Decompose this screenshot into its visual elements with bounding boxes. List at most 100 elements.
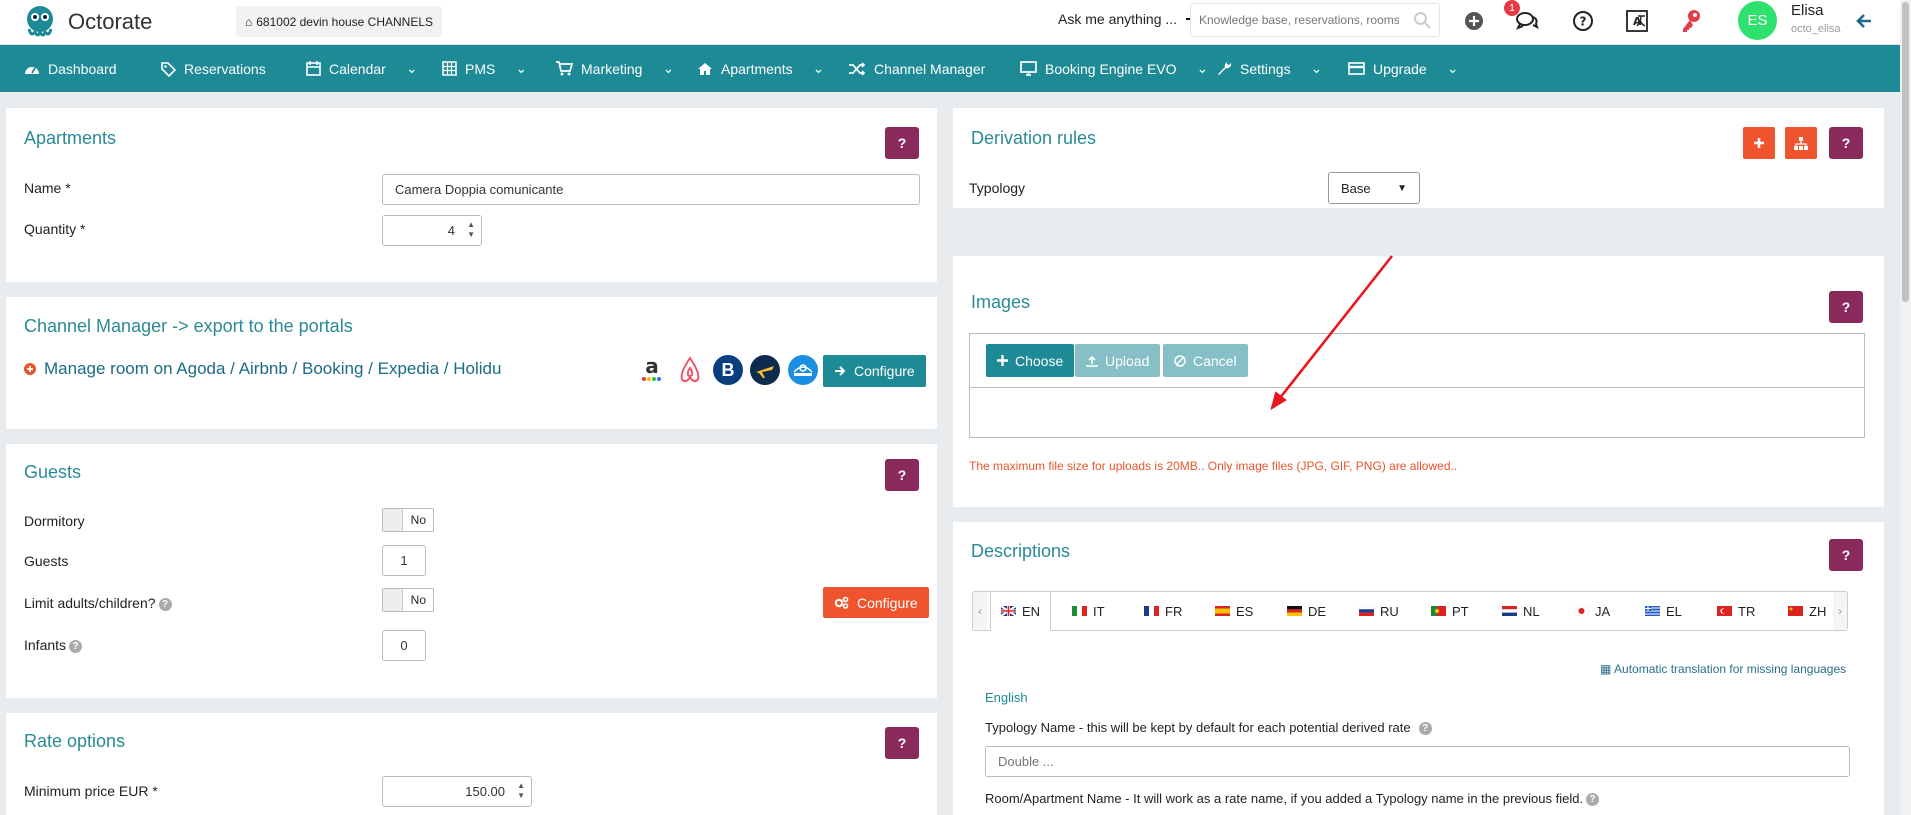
image-uploader[interactable]: Choose Upload Cancel: [969, 333, 1865, 438]
hierarchy-button[interactable]: [1785, 127, 1817, 159]
sitemap-icon: [1794, 136, 1808, 150]
limit-children-toggle[interactable]: No: [382, 588, 434, 612]
ask-me-anything[interactable]: Ask me anything ...: [1058, 11, 1197, 27]
guests-field[interactable]: 1: [382, 545, 426, 576]
search-input[interactable]: [1199, 13, 1399, 27]
configure-channels-button[interactable]: Configure: [823, 355, 926, 387]
tab-fr[interactable]: FR: [1134, 592, 1192, 630]
tab-es[interactable]: ES: [1205, 592, 1263, 630]
scrollbar-thumb[interactable]: [1902, 2, 1909, 302]
avatar[interactable]: ES: [1738, 1, 1777, 40]
wrench-icon: [1218, 61, 1232, 75]
name-label: Name *: [24, 180, 71, 196]
property-selector[interactable]: ⌂ 681002 devin house CHANNELS: [236, 6, 443, 37]
min-price-stepper[interactable]: 150.00 ▲ ▼: [382, 776, 532, 807]
plus-icon: [997, 355, 1008, 366]
chevron-left-icon[interactable]: ‹: [973, 592, 987, 630]
upload-button[interactable]: Upload: [1075, 344, 1161, 377]
home-icon: ⌂: [245, 14, 253, 29]
flag-uk-icon: [1001, 606, 1016, 616]
tab-zh[interactable]: ZH: [1778, 592, 1836, 630]
ask-label: Ask me anything ...: [1058, 11, 1178, 27]
nav-dashboard[interactable]: Dashboard: [24, 45, 117, 92]
annotation-arrow-icon: [1270, 255, 1394, 411]
desktop-icon: [1020, 61, 1037, 76]
tab-nl[interactable]: NL: [1492, 592, 1550, 630]
nav-settings[interactable]: Settings ⌄: [1217, 45, 1322, 92]
nav-channel-manager[interactable]: Channel Manager: [849, 45, 985, 92]
nav-calendar[interactable]: Calendar ⌄: [306, 45, 418, 92]
typology-name-input[interactable]: [985, 746, 1850, 777]
upload-icon: [1086, 355, 1098, 367]
chevron-down-icon: ⌄: [515, 60, 528, 76]
user-name[interactable]: Elisa: [1791, 2, 1824, 19]
configure-guests-button[interactable]: Configure: [823, 587, 929, 618]
nav-booking-engine[interactable]: Booking Engine EVO ⌄: [1020, 45, 1208, 92]
page-scrollbar[interactable]: [1900, 0, 1911, 815]
help-button[interactable]: ?: [885, 727, 919, 759]
nav-marketing[interactable]: Marketing ⌄: [556, 45, 674, 92]
chevron-down-icon: ⌄: [405, 60, 418, 76]
help-button[interactable]: ?: [1829, 539, 1863, 571]
spinner-arrows-icon[interactable]: ▲ ▼: [517, 781, 525, 801]
tab-en[interactable]: EN: [990, 591, 1052, 631]
nav-label: Calendar: [329, 60, 386, 77]
name-field[interactable]: Camera Doppia comunicante: [382, 174, 920, 205]
help-button[interactable]: ?: [885, 127, 919, 159]
choose-button[interactable]: Choose: [986, 344, 1075, 377]
typology-value: Base: [1341, 180, 1371, 196]
help-button[interactable]: ?: [1829, 127, 1863, 159]
min-price-label: Minimum price EUR *: [24, 783, 158, 799]
arrow-left-icon[interactable]: [1852, 9, 1876, 33]
question-icon[interactable]: ?: [69, 639, 83, 653]
manage-room-link[interactable]: Manage room on Agoda / Airbnb / Booking …: [24, 359, 501, 379]
nav-apartments[interactable]: Apartments ⌄: [697, 45, 824, 92]
help-circle-icon[interactable]: ?: [1571, 9, 1595, 33]
svg-text:a: a: [645, 357, 659, 378]
brand-name[interactable]: Octorate: [68, 9, 152, 35]
panel-title: Rate options: [24, 731, 126, 751]
nav-reservations[interactable]: Reservations: [160, 45, 266, 92]
typology-name-label: Typology Name - this will be kept by def…: [985, 720, 1432, 736]
question-icon[interactable]: ?: [158, 597, 172, 611]
add-rule-button[interactable]: [1743, 127, 1775, 159]
nav-upgrade[interactable]: Upgrade ⌄: [1348, 45, 1458, 92]
button-label: Configure: [857, 594, 918, 611]
dormitory-toggle[interactable]: No: [382, 508, 434, 532]
tab-tr[interactable]: TR: [1707, 592, 1765, 630]
translate-icon[interactable]: A: [1625, 9, 1649, 33]
question-icon[interactable]: ?: [1418, 722, 1432, 736]
nav-label: Marketing: [581, 60, 643, 77]
tab-el[interactable]: EL: [1635, 592, 1692, 630]
typology-select[interactable]: Base ▼: [1328, 172, 1420, 204]
chevron-down-icon: ⌄: [1446, 60, 1459, 76]
auto-translation-link[interactable]: ▦ Automatic translation for missing lang…: [1600, 662, 1846, 676]
expedia-logo-icon: [750, 355, 780, 385]
search-icon[interactable]: [1413, 11, 1431, 29]
user-handle: octo_elisa: [1791, 23, 1841, 35]
language-heading: English: [985, 690, 1028, 705]
dormitory-label: Dormitory: [24, 513, 85, 529]
spinner-arrows-icon[interactable]: ▲ ▼: [467, 220, 475, 240]
chevron-right-icon[interactable]: ›: [1833, 592, 1847, 630]
help-button[interactable]: ?: [1829, 291, 1863, 323]
nav-label: Settings: [1240, 60, 1291, 77]
infants-field[interactable]: 0: [382, 630, 426, 661]
help-button[interactable]: ?: [885, 459, 919, 491]
language-tabs: ‹ EN IT FR ES DE RU PT NL JA EL TR ZH ›: [972, 591, 1848, 631]
question-icon[interactable]: ?: [1586, 793, 1600, 807]
quantity-stepper[interactable]: 4 ▲ ▼: [382, 215, 482, 246]
key-icon[interactable]: [1679, 9, 1703, 33]
chat-icon[interactable]: [1515, 9, 1539, 33]
tab-ru[interactable]: RU: [1349, 592, 1409, 630]
tab-ja[interactable]: JA: [1564, 592, 1620, 630]
tab-pt[interactable]: PT: [1421, 592, 1479, 630]
cancel-upload-button[interactable]: Cancel: [1163, 344, 1248, 377]
tab-de[interactable]: DE: [1277, 592, 1336, 630]
guests-label: Guests: [24, 553, 69, 569]
tab-it[interactable]: IT: [1062, 592, 1115, 630]
nav-pms[interactable]: PMS ⌄: [442, 45, 527, 92]
octopus-logo-icon[interactable]: [22, 3, 58, 39]
panel-title: Channel Manager -> export to the portals: [24, 316, 353, 336]
plus-circle-icon[interactable]: [1462, 9, 1486, 33]
